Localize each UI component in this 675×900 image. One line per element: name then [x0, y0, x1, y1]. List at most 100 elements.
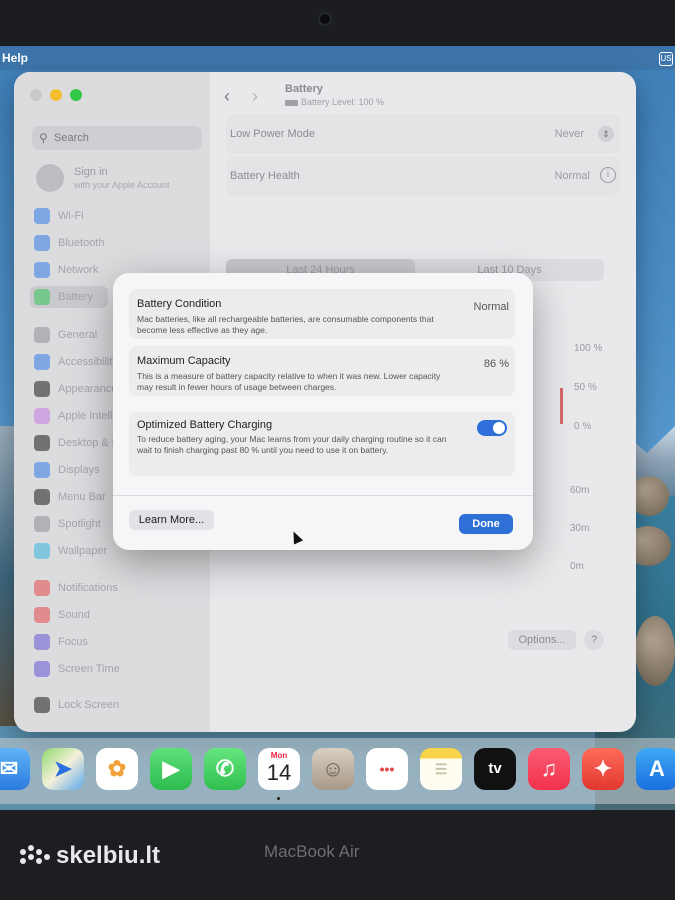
sidebar-icon — [34, 661, 50, 677]
calendar-day: 14 — [266, 760, 292, 785]
search-icon: ⚲ — [39, 131, 48, 145]
back-button[interactable]: ‹ — [224, 86, 230, 107]
sidebar-icon — [34, 607, 50, 623]
sidebar-icon — [34, 235, 50, 251]
music-icon[interactable]: ♫ — [528, 748, 570, 790]
skelbiu-logo-icon — [20, 844, 50, 869]
sidebar-item-label: Focus — [58, 636, 88, 648]
tick-level-100: 100 % — [574, 343, 603, 354]
battery-condition-value: Normal — [473, 301, 509, 313]
sidebar-item-label: Displays — [58, 464, 100, 476]
battery-icon — [285, 99, 298, 106]
sidebar-icon — [34, 208, 50, 224]
sidebar-icon — [34, 327, 50, 343]
battery-level-text: Battery Level: 100 % — [301, 97, 385, 107]
sidebar-icon — [34, 262, 50, 278]
low-power-label: Low Power Mode — [230, 128, 315, 140]
facetime-icon[interactable]: ▶ — [150, 748, 192, 790]
page-title: Battery — [285, 83, 323, 95]
optimized-charging-toggle[interactable] — [477, 420, 507, 436]
calendar-icon[interactable]: Mon 14 — [258, 748, 300, 790]
dialog-divider — [113, 495, 533, 496]
watermark: skelbiu.lt — [20, 842, 160, 870]
optimized-charging-title: Optimized Battery Charging — [137, 419, 273, 431]
sidebar-icon — [34, 543, 50, 559]
options-button[interactable]: Options... — [508, 630, 576, 650]
avatar — [36, 164, 64, 192]
done-button[interactable]: Done — [459, 514, 513, 534]
input-source-icon[interactable]: US — [659, 52, 673, 66]
search-placeholder: Search — [54, 132, 89, 144]
sidebar-item-battery[interactable]: Battery — [30, 286, 108, 308]
low-power-row: Low Power Mode Never ⇕ — [226, 114, 620, 154]
sidebar-item-label: Wallpaper — [58, 545, 108, 557]
maximum-capacity-card: Maximum Capacity 86 % This is a measure … — [129, 346, 515, 396]
phone-icon[interactable]: ✆ — [204, 748, 246, 790]
minimize-icon[interactable] — [50, 89, 62, 101]
sidebar-icon — [34, 697, 50, 713]
tick-level-50: 50 % — [574, 382, 597, 393]
search-input[interactable]: ⚲ Search — [32, 126, 202, 150]
sidebar-item-label: General — [58, 329, 98, 341]
photo: Help US ⚲ Search Sign in with your Apple… — [0, 0, 675, 900]
sidebar-item-bluetooth[interactable]: Bluetooth — [34, 232, 204, 254]
battery-condition-desc: Mac batteries, like all rechargeable bat… — [137, 314, 434, 335]
forward-button[interactable]: › — [252, 86, 258, 107]
sidebar-item-screen-time[interactable]: Screen Time — [34, 658, 204, 680]
sidebar-icon — [34, 489, 50, 505]
sidebar-item-label: Screen Time — [58, 663, 120, 675]
low-power-value[interactable]: Never — [555, 128, 584, 140]
app-store-icon[interactable]: A — [636, 748, 675, 790]
sidebar-icon — [34, 580, 50, 596]
battery-health-value: Normal — [554, 170, 590, 182]
learn-more-button[interactable]: Learn More... — [129, 510, 214, 530]
wallpaper-rock — [635, 616, 675, 686]
watermark-text: skelbiu.lt — [56, 842, 161, 869]
battery-health-dialog: Battery Condition Normal Mac batteries, … — [113, 273, 533, 550]
maps-icon[interactable]: ➤ — [42, 748, 84, 790]
sidebar-item-label: Accessibility — [58, 356, 118, 368]
sidebar-item-notifications[interactable]: Notifications — [34, 577, 204, 599]
tv-icon[interactable]: tv — [474, 748, 516, 790]
menu-help[interactable]: Help — [2, 51, 28, 65]
rocket-icon[interactable]: ✦ — [582, 748, 624, 790]
low-power-stepper[interactable]: ⇕ — [598, 126, 614, 142]
sidebar-icon — [34, 381, 50, 397]
help-button[interactable]: ? — [584, 630, 604, 650]
sidebar-item-sound[interactable]: Sound — [34, 604, 204, 626]
sidebar-item-wi-fi[interactable]: Wi-Fi — [34, 205, 204, 227]
zoom-icon[interactable] — [70, 89, 82, 101]
sidebar-icon — [34, 634, 50, 650]
notes-icon[interactable]: ☰ — [420, 748, 462, 790]
sidebar-item-label: Appearance — [58, 383, 118, 395]
optimized-charging-desc: To reduce battery aging, your Mac learns… — [137, 434, 447, 455]
sidebar-item-focus[interactable]: Focus — [34, 631, 204, 653]
info-button[interactable]: i — [600, 167, 616, 183]
sidebar-item-label: Notifications — [58, 582, 118, 594]
contacts-icon[interactable]: ☺ — [312, 748, 354, 790]
sidebar-icon — [34, 516, 50, 532]
camera — [320, 14, 330, 24]
sidebar-item-label: Lock Screen — [58, 699, 120, 711]
sidebar-icon — [34, 408, 50, 424]
mail-icon[interactable]: ✉ — [0, 748, 30, 790]
battery-level-bar — [560, 388, 563, 424]
close-icon[interactable] — [30, 89, 42, 101]
reminders-icon[interactable]: ••• — [366, 748, 408, 790]
sidebar-item-label: Bluetooth — [58, 237, 105, 249]
sidebar-item-label: Menu Bar — [58, 491, 106, 503]
battery-health-label: Battery Health — [230, 170, 300, 182]
optimized-charging-card: Optimized Battery Charging To reduce bat… — [129, 412, 515, 476]
tick-level-0: 0 % — [574, 421, 592, 432]
sidebar-item-lock-screen[interactable]: Lock Screen — [34, 694, 204, 716]
sidebar-icon — [34, 462, 50, 478]
sidebar-item-label: Battery — [58, 291, 93, 303]
menu-bar: Help US — [0, 46, 675, 70]
sidebar-icon — [34, 354, 50, 370]
tick-time-30m: 30m — [570, 523, 590, 534]
sidebar-item-label: Wi-Fi — [58, 210, 84, 222]
sidebar-icon — [34, 435, 50, 451]
sidebar-item-label: Spotlight — [58, 518, 101, 530]
photos-icon[interactable]: ✿ — [96, 748, 138, 790]
device-label: MacBook Air — [264, 842, 360, 861]
